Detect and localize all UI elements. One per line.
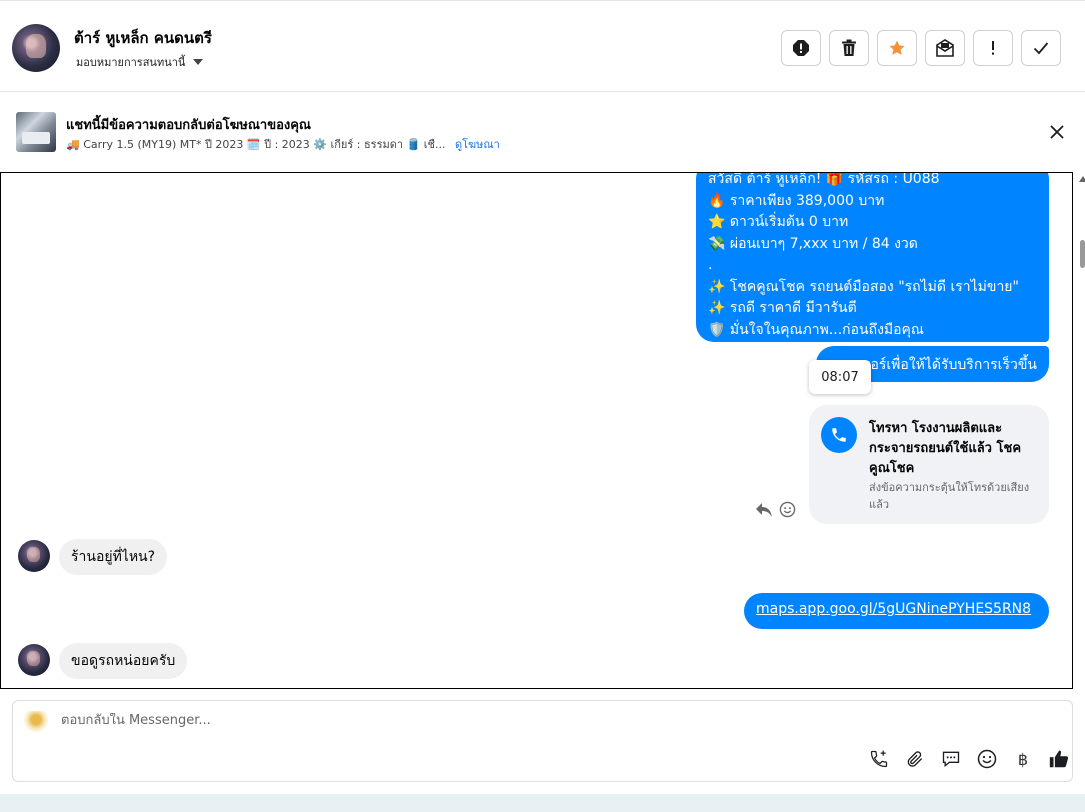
spam-icon	[793, 40, 809, 56]
chevron-down-icon	[193, 59, 204, 65]
mail-icon	[936, 39, 954, 57]
conversation-header: ต้าร์ หูเหล็ก คนดนตรี มอบหมายการสนทนานี้	[0, 0, 1085, 92]
scroll-up-arrow-icon[interactable]	[1079, 176, 1085, 182]
composer-tools: ฿	[868, 748, 1070, 770]
reply-icon[interactable]	[755, 502, 773, 518]
emoji-react-icon[interactable]	[779, 501, 796, 518]
star-icon	[889, 40, 905, 55]
promo-line: 🔥 ราคาเพียง 389,000 บาท	[708, 192, 885, 209]
emoji-button[interactable]	[976, 748, 998, 770]
header-actions	[781, 30, 1061, 66]
contact-name[interactable]: ต้าร์ หูเหล็ก คนดนตรี	[74, 26, 212, 50]
close-banner-button[interactable]	[1047, 122, 1067, 142]
star-button[interactable]	[877, 30, 917, 66]
ad-details: 🚚 Carry 1.5 (MY19) MT* ปี 2023 🗓️ ปี : 2…	[66, 135, 500, 153]
scrollbar-thumb[interactable]	[1080, 240, 1085, 268]
mark-unread-button[interactable]	[925, 30, 965, 66]
promo-line: 🛡️ มั่นใจในคุณภาพ...ก่อนถึงมือคุณ	[708, 321, 924, 338]
outgoing-map-link[interactable]: maps.app.goo.gl/5gUGNinePYHES5RN8	[744, 593, 1049, 629]
promo-line: ✨ โชคคูณโชค รถยนต์มือสอง "รถไม่ดี เราไม่…	[708, 278, 1019, 295]
close-icon	[1050, 125, 1064, 139]
promo-line: ✨ รถดี ราคาดี มีวารันตี	[708, 300, 857, 316]
call-button[interactable]	[868, 748, 890, 770]
check-icon	[1033, 42, 1049, 55]
contact-avatar-small[interactable]	[18, 644, 50, 676]
timestamp-tooltip: 08:07	[809, 360, 871, 394]
emoji-icon	[977, 749, 997, 769]
reply-composer: ฿	[12, 700, 1073, 782]
mark-done-button[interactable]	[1021, 30, 1061, 66]
like-icon	[1049, 750, 1069, 768]
call-add-icon	[870, 750, 888, 768]
attach-button[interactable]	[904, 748, 926, 770]
ad-context-banner: แชทนี้มีข้อความตอบกลับต่อโฆษณาของคุณ 🚚 C…	[0, 92, 1085, 172]
phone-icon	[821, 417, 857, 453]
incoming-message[interactable]: ขอดูรถหน่อยครับ	[59, 643, 188, 679]
outgoing-promo-message[interactable]: สวัสดี ต้าร์ หูเหล็ก! 🎁 รหัสรถ : U088 🔥 …	[696, 172, 1049, 342]
ad-banner-title: แชทนี้มีข้อความตอบกลับต่อโฆษณาของคุณ	[66, 118, 311, 133]
page-logo	[23, 711, 49, 733]
promo-line: ⭐ ดาวน์เริ่มต้น 0 บาท	[708, 214, 849, 230]
mark-spam-button[interactable]	[781, 30, 821, 66]
promo-line: .	[708, 257, 713, 273]
like-button[interactable]	[1048, 748, 1070, 770]
contact-avatar[interactable]	[12, 24, 60, 72]
important-icon	[992, 41, 994, 55]
assign-conversation-dropdown[interactable]: มอบหมายการสนทนานี้	[76, 53, 204, 71]
message-actions	[755, 501, 796, 518]
call-card-title: โทรหา โรงงานผลิตและกระจายรถยนต์ใช้แล้ว โ…	[869, 421, 1022, 476]
view-ad-link[interactable]: ดูโฆษณา	[455, 138, 500, 151]
promo-line: สวัสดี ต้าร์ หูเหล็ก! 🎁 รหัสรถ : U088	[708, 172, 940, 187]
message-thread[interactable]: สวัสดี ต้าร์ หูเหล็ก! 🎁 รหัสรถ : U088 🔥 …	[0, 172, 1073, 689]
payment-button[interactable]: ฿	[1012, 748, 1034, 770]
saved-reply-icon	[942, 751, 960, 768]
call-request-card[interactable]: โทรหา โรงงานผลิตและกระจายรถยนต์ใช้แล้ว โ…	[809, 405, 1049, 524]
saved-replies-button[interactable]	[940, 748, 962, 770]
baht-icon: ฿	[1017, 749, 1029, 769]
follow-up-button[interactable]	[973, 30, 1013, 66]
trash-icon	[842, 39, 856, 56]
assign-label: มอบหมายการสนทนานี้	[76, 56, 186, 69]
paperclip-icon	[907, 751, 923, 767]
call-card-subtitle: ส่งข้อความกระตุ้นให้โทรด้วยเสียงแล้ว	[869, 481, 1030, 511]
message-input[interactable]	[61, 713, 961, 728]
promo-line: 💸 ผ่อนเบาๆ 7,xxx บาท / 84 งวด	[708, 235, 918, 252]
delete-button[interactable]	[829, 30, 869, 66]
page-footer-strip	[0, 794, 1085, 812]
contact-avatar-small[interactable]	[18, 540, 50, 572]
incoming-message[interactable]: ร้านอยู่ที่ไหน?	[59, 539, 168, 575]
ad-thumbnail[interactable]	[16, 112, 56, 152]
ad-details-text: 🚚 Carry 1.5 (MY19) MT* ปี 2023 🗓️ ปี : 2…	[66, 138, 446, 151]
